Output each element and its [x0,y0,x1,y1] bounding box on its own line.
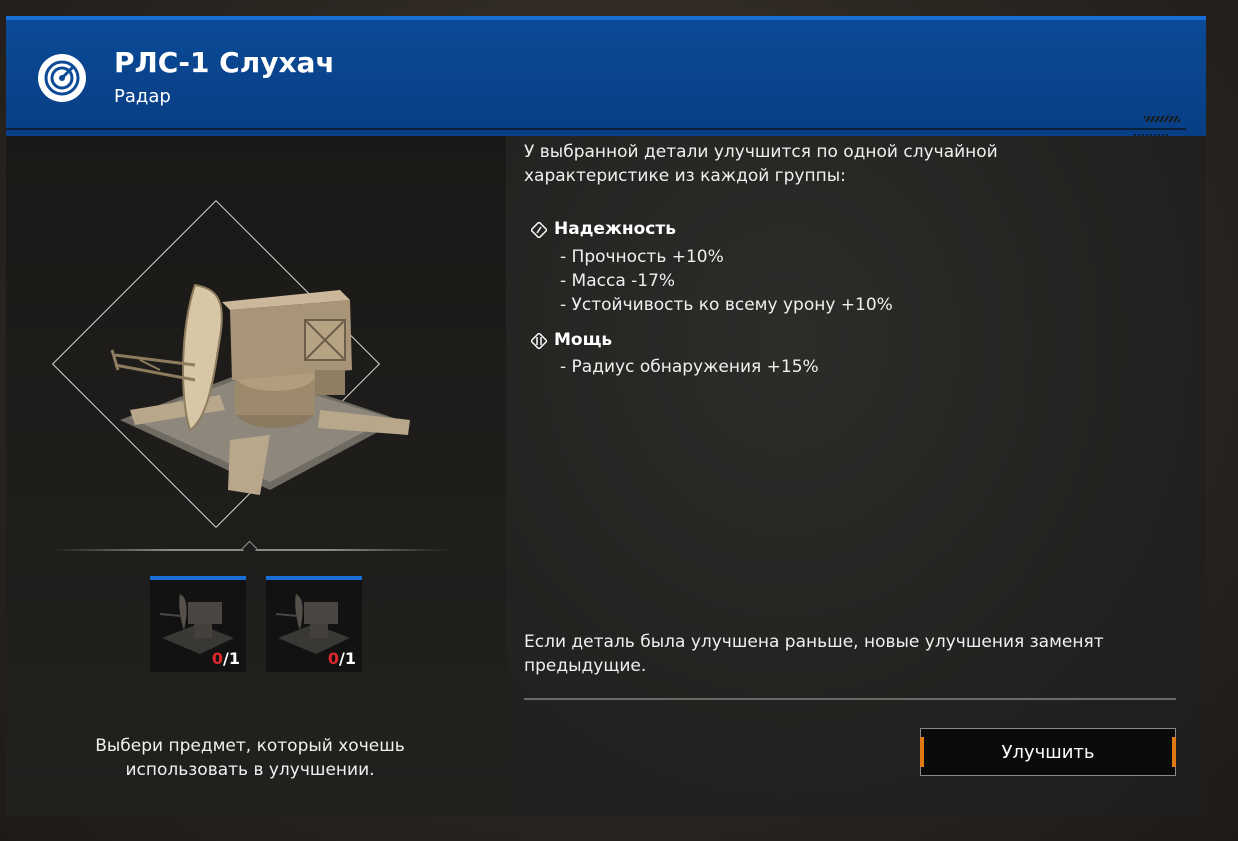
group-title-reliability: Надежность [554,219,676,239]
item-type: Радар [114,86,171,107]
upgrade-description: У выбранной детали улучшится по одной сл… [524,142,998,186]
group-title-power: Мощь [554,330,613,350]
radar-icon [38,54,86,102]
button-accent-left [920,737,924,767]
stat-line: - Радиус обнаружения +15% [560,357,819,377]
button-accent-right [1172,737,1176,767]
action-divider [524,698,1176,700]
slot-count: 0/1 [327,649,356,668]
power-icon [531,333,547,349]
stat-line: - Прочность +10% [560,247,724,267]
header-divider [6,128,1186,130]
slot-count: 0/1 [211,649,240,668]
header-decoration [1144,116,1180,122]
radar-turret-image [110,283,410,495]
material-slot-1[interactable]: 0/1 [150,576,246,672]
reliability-icon [531,222,547,238]
upgrade-button[interactable]: Улучшить [920,728,1176,776]
dialog-header: РЛС-1 Слухач Радар [6,16,1206,136]
item-title: РЛС-1 Слухач [114,46,335,79]
upgrade-button-label: Улучшить [1001,741,1095,763]
stat-line: - Устойчивость ко всему урону +10% [560,295,893,315]
stat-line: - Масса -17% [560,271,676,291]
material-slot-2[interactable]: 0/1 [266,576,362,672]
replacement-note: Если деталь была улучшена раньше, новые … [524,632,1104,676]
select-item-hint: Выбери предмет, который хочешь использов… [95,736,405,780]
